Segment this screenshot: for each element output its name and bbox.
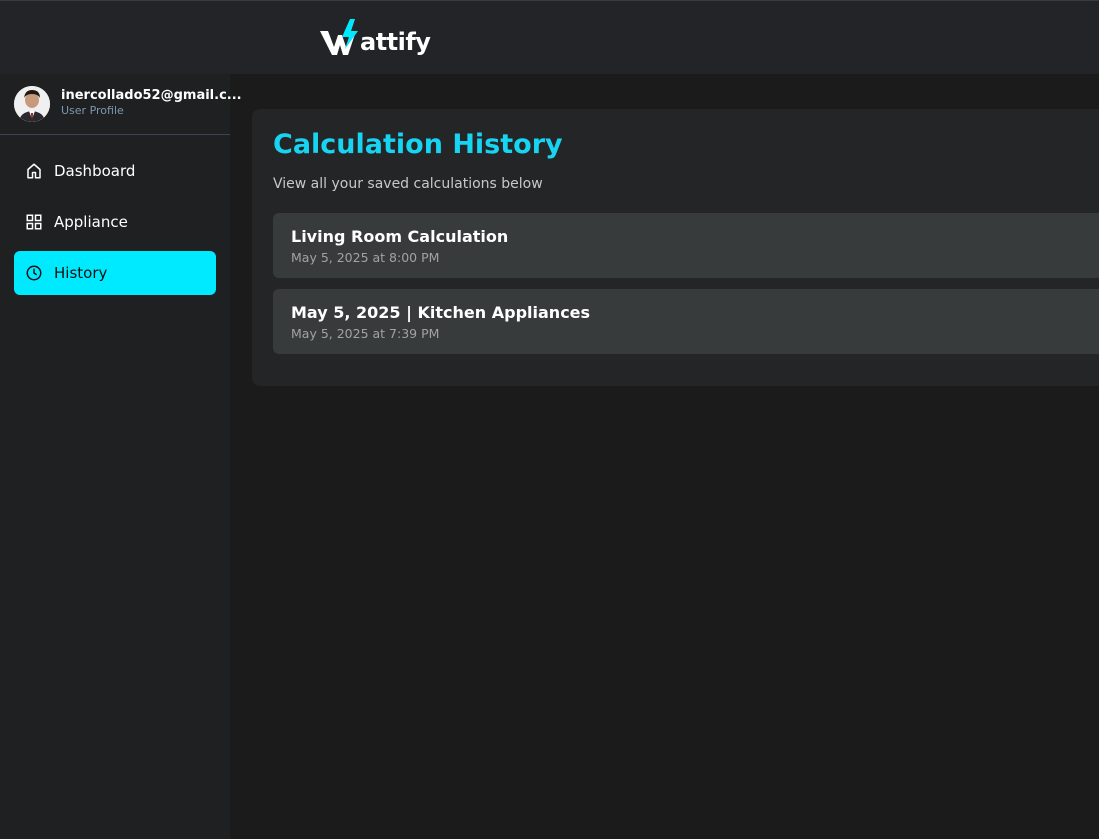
grid-icon — [25, 213, 43, 231]
history-list-item[interactable]: May 5, 2025 | Kitchen Appliances May 5, … — [273, 289, 1099, 354]
sidebar-item-label: Appliance — [54, 213, 128, 231]
sidebar: inercollado52@gmail.c... User Profile Da… — [0, 74, 242, 839]
sidebar-item-appliance[interactable]: Appliance — [14, 200, 216, 244]
history-item-title: May 5, 2025 | Kitchen Appliances — [291, 303, 591, 322]
home-icon — [25, 162, 43, 180]
sidebar-item-label: History — [54, 264, 108, 282]
sidebar-item-dashboard[interactable]: Dashboard — [14, 149, 216, 193]
history-item-date: May 5, 2025 at 8:00 PM — [291, 250, 440, 265]
sidebar-item-label: Dashboard — [54, 162, 136, 180]
history-card: Calculation History View all your saved … — [252, 109, 1099, 386]
avatar — [14, 86, 50, 122]
history-list-item[interactable]: Living Room Calculation May 5, 2025 at 8… — [273, 213, 1099, 278]
sidebar-item-history[interactable]: History — [14, 251, 216, 295]
profile-email: inercollado52@gmail.c... — [61, 87, 242, 103]
history-item-title: Living Room Calculation — [291, 227, 509, 246]
top-bar: attify — [0, 0, 1099, 74]
logo-text: attify — [360, 28, 431, 56]
sidebar-nav: Dashboard Appliance History — [0, 135, 230, 295]
user-profile[interactable]: inercollado52@gmail.c... User Profile — [0, 74, 242, 135]
clock-icon — [25, 264, 43, 282]
page-title: Calculation History — [273, 129, 563, 160]
page-subtitle: View all your saved calculations below — [273, 176, 543, 192]
history-item-date: May 5, 2025 at 7:39 PM — [291, 326, 440, 341]
profile-label: User Profile — [61, 103, 124, 117]
logo-w-bolt-icon — [320, 19, 358, 55]
wattify-logo[interactable]: attify — [320, 17, 431, 57]
